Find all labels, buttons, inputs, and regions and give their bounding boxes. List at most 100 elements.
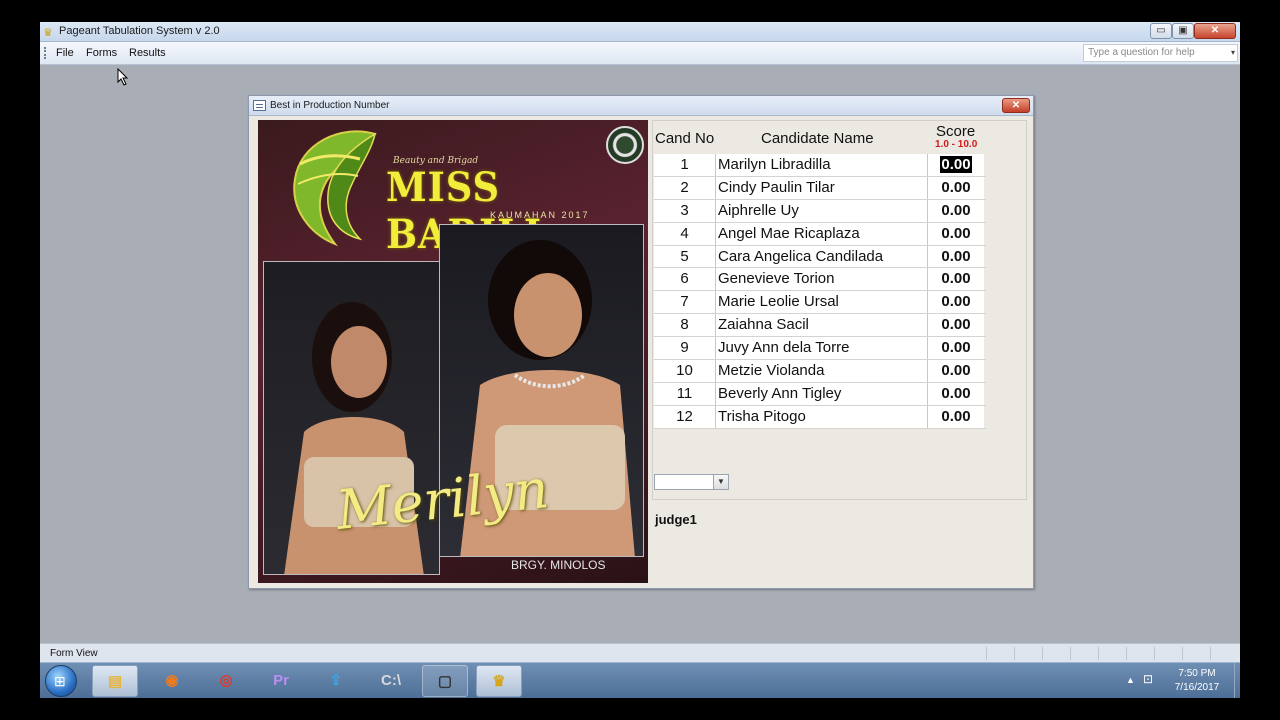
- table-row[interactable]: 3 Aiphrelle Uy 0.00: [654, 199, 986, 223]
- table-row[interactable]: 1 Marilyn Libradilla 0.00: [654, 154, 986, 177]
- score-input[interactable]: 0.00: [928, 245, 984, 268]
- candidate-name-cell: Cara Angelica Candilada: [716, 245, 928, 268]
- score-input[interactable]: 0.00: [928, 291, 984, 314]
- help-placeholder: Type a question for help: [1088, 47, 1195, 58]
- help-search-input[interactable]: Type a question for help ▾: [1083, 44, 1238, 62]
- network-icon[interactable]: ⊡: [1143, 672, 1153, 686]
- candidate-name-cell: Angel Mae Ricaplaza: [716, 222, 928, 245]
- taskbar-command-prompt-icon[interactable]: C:\: [368, 665, 414, 697]
- taskbar-pageant-crown-icon[interactable]: ♛: [476, 665, 522, 697]
- score-input[interactable]: 0.00: [928, 176, 984, 199]
- status-pane: [1098, 647, 1126, 660]
- candidate-photo: Beauty and Brigad MISS BARILI KAUMAHAN 2…: [258, 120, 648, 583]
- form-icon: [253, 100, 266, 111]
- score-value: 0.00: [941, 293, 971, 311]
- table-row[interactable]: 5 Cara Angelica Candilada 0.00: [654, 245, 986, 269]
- table-row[interactable]: 11 Beverly Ann Tigley 0.00: [654, 382, 986, 406]
- form-close-button[interactable]: ✕: [1002, 98, 1030, 113]
- clock-date: 7/16/2017: [1174, 682, 1220, 693]
- cand-no-cell: 3: [654, 199, 716, 222]
- column-header-cand-no: Cand No: [655, 130, 715, 147]
- score-value: 0.00: [941, 407, 971, 425]
- cand-no-cell: 5: [654, 245, 716, 268]
- minimize-button[interactable]: ▭: [1150, 23, 1172, 39]
- status-bar: Form View: [40, 643, 1240, 662]
- score-value: 0.00: [941, 247, 971, 265]
- score-value: 0.00: [941, 270, 971, 288]
- show-desktop-button[interactable]: [1234, 663, 1240, 698]
- menu-forms[interactable]: Forms: [86, 47, 117, 59]
- cand-no-cell: 2: [654, 176, 716, 199]
- score-range-hint: 1.0 - 10.0: [935, 139, 978, 150]
- crown-app-icon: ♛: [43, 27, 53, 39]
- candidate-name-cell: Trisha Pitogo: [716, 405, 928, 428]
- table-row[interactable]: 9 Juvy Ann dela Torre 0.00: [654, 337, 986, 361]
- score-value: 0.00: [940, 156, 972, 173]
- score-value: 0.00: [941, 339, 971, 357]
- cand-no-cell: 1: [654, 154, 716, 176]
- taskbar: ⊞ ▤ ◉ ◎ Pr ⇪ C:\ ▢ ♛ ▲ ⊡ 7:50 PM 7/16/2017: [40, 662, 1240, 698]
- candidate-name-cell: Marilyn Libradilla: [716, 154, 928, 176]
- form-title-bar: Best in Production Number ✕: [249, 96, 1033, 116]
- municipal-seal-icon: [606, 126, 644, 164]
- tray-expand-icon[interactable]: ▲: [1126, 675, 1135, 685]
- windows-logo-icon: ⊞: [54, 673, 66, 689]
- cand-no-cell: 12: [654, 405, 716, 428]
- score-input[interactable]: 0.00: [928, 337, 984, 360]
- app-title: Pageant Tabulation System v 2.0: [59, 25, 220, 37]
- score-input[interactable]: 0.00: [928, 314, 984, 337]
- status-pane: [1126, 647, 1154, 660]
- start-button[interactable]: ⊞: [45, 665, 77, 697]
- score-input[interactable]: 0.00: [928, 154, 984, 176]
- status-pane: [1182, 647, 1210, 660]
- chevron-down-icon[interactable]: ▾: [1231, 48, 1235, 57]
- status-pane: [1042, 647, 1070, 660]
- table-row[interactable]: 7 Marie Leolie Ursal 0.00: [654, 291, 986, 315]
- table-row[interactable]: 10 Metzie Violanda 0.00: [654, 360, 986, 383]
- table-row[interactable]: 2 Cindy Paulin Tilar 0.00: [654, 176, 986, 200]
- score-input[interactable]: 0.00: [928, 199, 984, 222]
- table-row[interactable]: 8 Zaiahna Sacil 0.00: [654, 314, 986, 338]
- taskbar-chrome-icon[interactable]: ◎: [203, 665, 249, 697]
- score-input[interactable]: 0.00: [928, 222, 984, 245]
- candidate-name-cell: Juvy Ann dela Torre: [716, 337, 928, 360]
- taskbar-file-explorer-icon[interactable]: ▤: [92, 665, 138, 697]
- menu-results[interactable]: Results: [129, 47, 166, 59]
- score-input[interactable]: 0.00: [928, 268, 984, 291]
- close-button[interactable]: ✕: [1194, 23, 1236, 39]
- candidate-name-cell: Metzie Violanda: [716, 360, 928, 382]
- candidate-name-cell: Cindy Paulin Tilar: [716, 176, 928, 199]
- restore-button[interactable]: ▣: [1172, 23, 1194, 39]
- score-value: 0.00: [941, 384, 971, 402]
- chevron-down-icon[interactable]: ▼: [713, 475, 728, 489]
- score-input[interactable]: 0.00: [928, 382, 984, 405]
- score-input[interactable]: 0.00: [928, 405, 984, 428]
- score-value: 0.00: [941, 178, 971, 196]
- status-pane: [1070, 647, 1098, 660]
- score-value: 0.00: [941, 224, 971, 242]
- cand-no-cell: 11: [654, 382, 716, 405]
- judge-select[interactable]: ▼: [654, 474, 729, 490]
- score-input[interactable]: 0.00: [928, 360, 984, 382]
- candidate-name-cell: Marie Leolie Ursal: [716, 291, 928, 314]
- table-row[interactable]: 6 Genevieve Torion 0.00: [654, 268, 986, 292]
- taskbar-window-app-icon[interactable]: ▢: [422, 665, 468, 697]
- taskbar-cloud-upload-icon[interactable]: ⇪: [313, 665, 359, 697]
- cand-no-cell: 4: [654, 222, 716, 245]
- system-clock[interactable]: 7:50 PM 7/16/2017: [1164, 667, 1230, 695]
- candidate-name-cell: Genevieve Torion: [716, 268, 928, 291]
- column-header-candidate-name: Candidate Name: [761, 130, 874, 147]
- taskbar-firefox-icon[interactable]: ◉: [149, 665, 195, 697]
- table-row[interactable]: 12 Trisha Pitogo 0.00: [654, 405, 986, 429]
- menu-file[interactable]: File: [56, 47, 74, 59]
- menu-grip-icon: [44, 47, 46, 59]
- score-value: 0.00: [941, 362, 971, 380]
- taskbar-premiere-icon[interactable]: Pr: [258, 665, 304, 697]
- table-row[interactable]: 4 Angel Mae Ricaplaza 0.00: [654, 222, 986, 246]
- status-pane: [986, 647, 1014, 660]
- logo-swirl-icon: [293, 130, 377, 247]
- cand-no-cell: 7: [654, 291, 716, 314]
- status-pane: [1014, 647, 1042, 660]
- cand-no-cell: 6: [654, 268, 716, 291]
- status-pane: [1154, 647, 1182, 660]
